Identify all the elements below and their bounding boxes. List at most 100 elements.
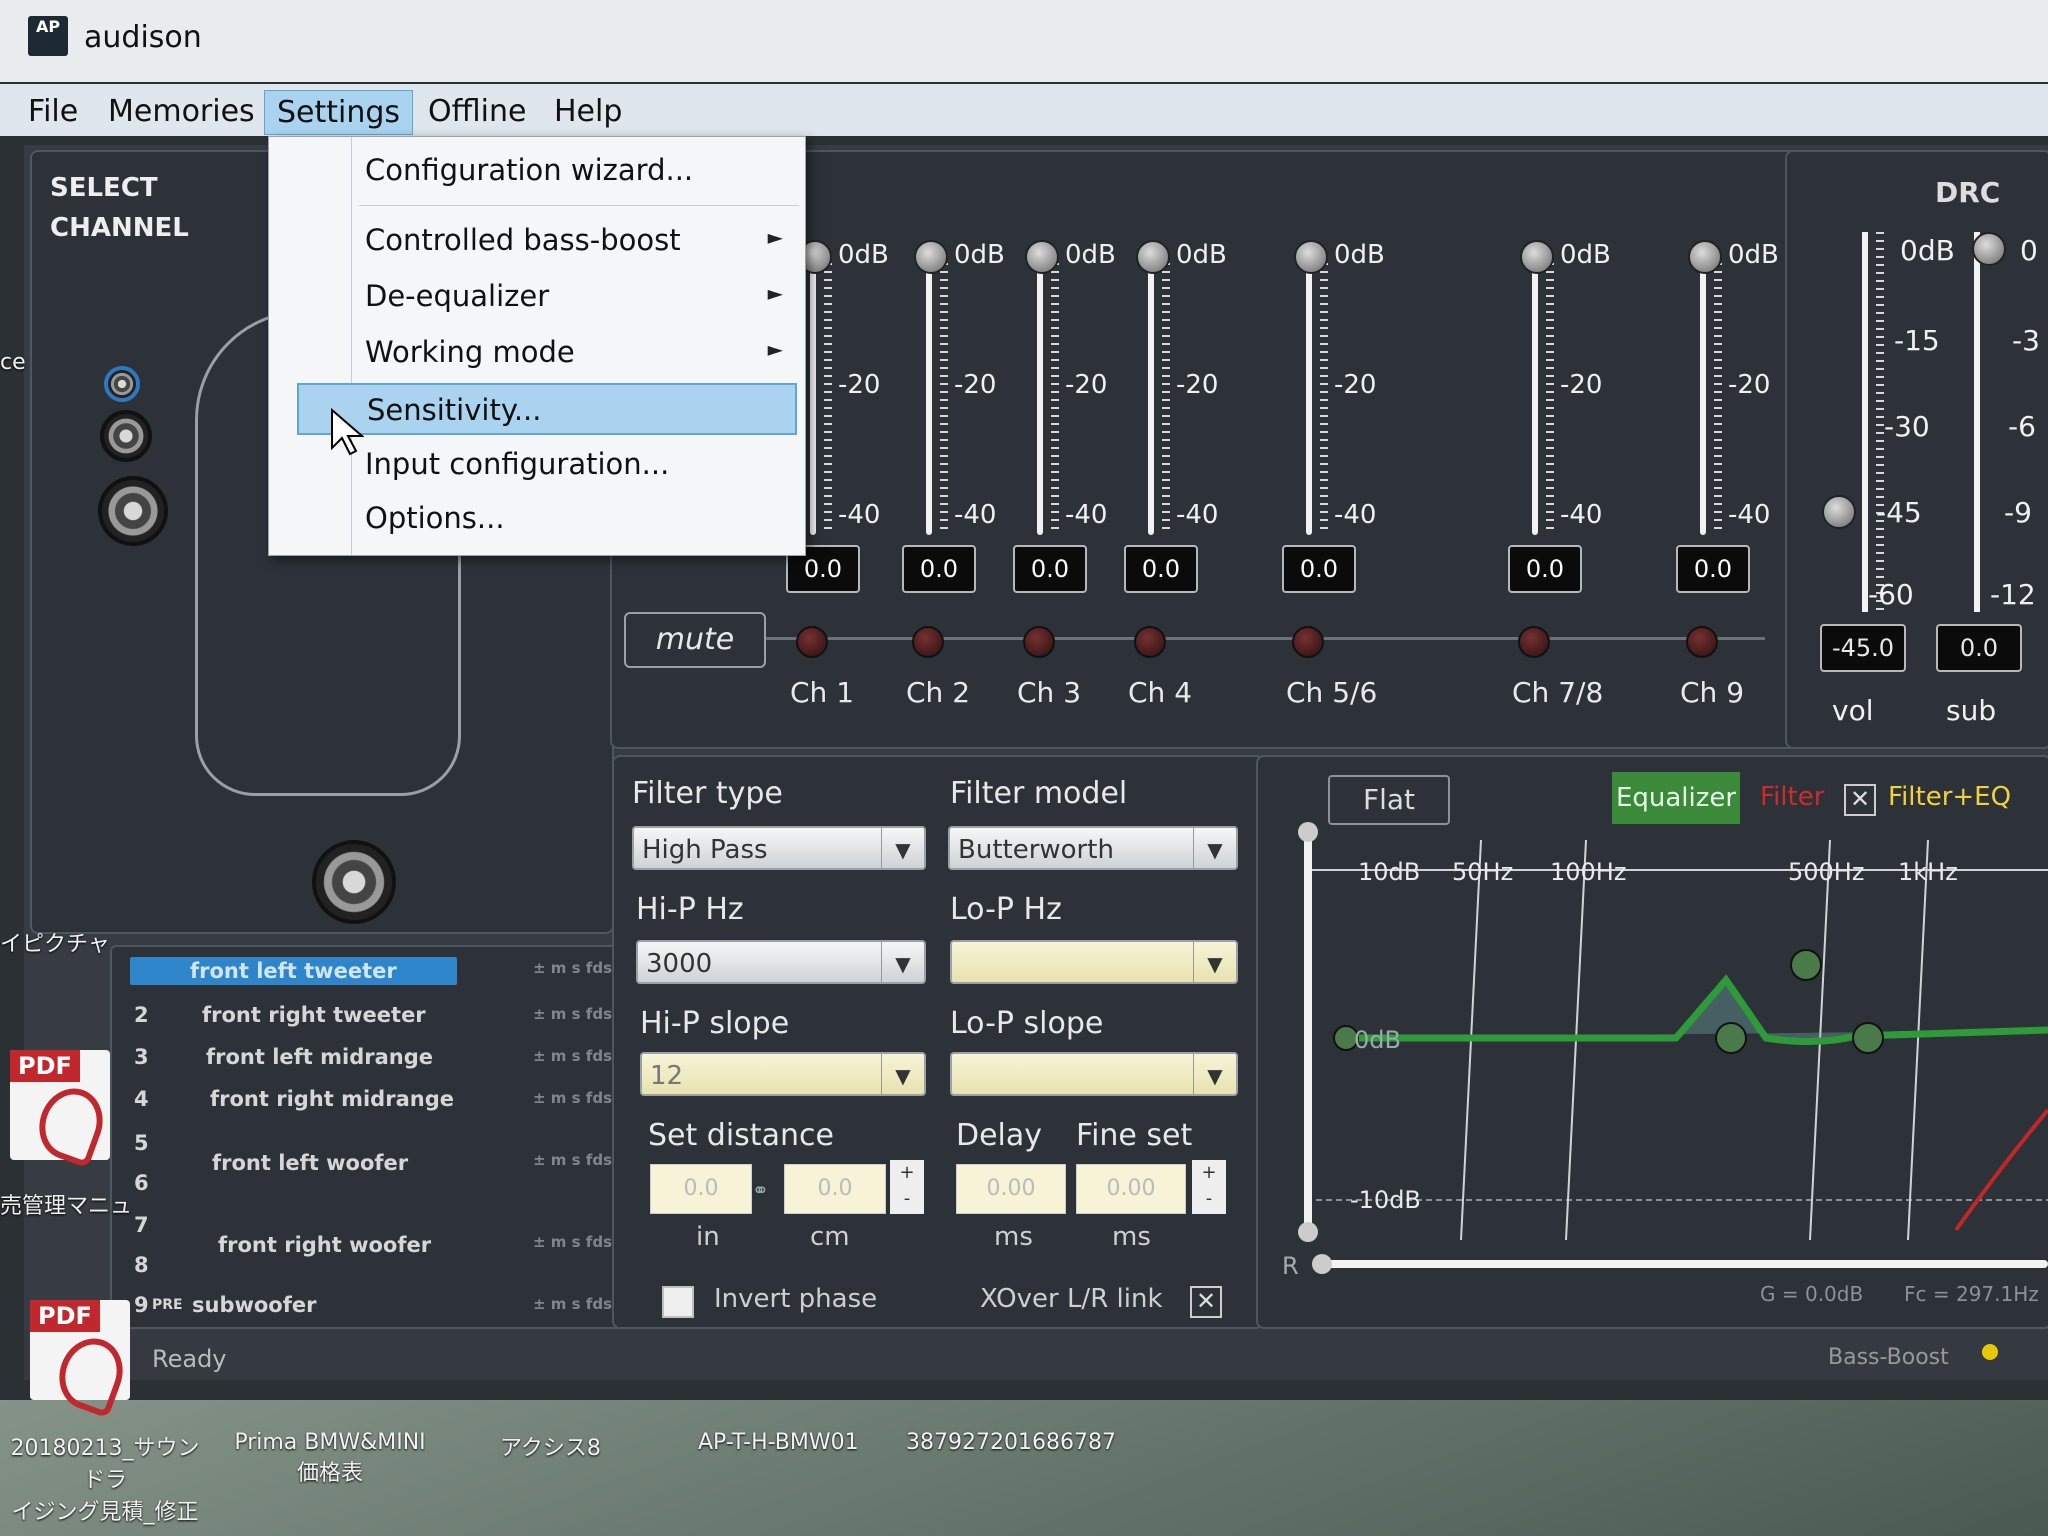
sub-value[interactable]: 0.0 xyxy=(1936,624,2022,672)
pdf-file-icon[interactable]: PDF xyxy=(10,1050,113,1169)
chevron-down-icon: ▼ xyxy=(881,1054,924,1094)
fader-value[interactable]: 0.0 xyxy=(902,545,976,593)
menu-item-options[interactable]: Options... xyxy=(269,493,805,545)
fader-knob[interactable] xyxy=(914,240,948,274)
filter-model-select[interactable]: Butterworth ▼ xyxy=(948,826,1238,870)
xover-link-checkbox[interactable]: ✕ xyxy=(1190,1286,1222,1318)
fader-track[interactable] xyxy=(810,255,816,535)
fader-ch-7[interactable]: 0dB -20 -40 0.0 xyxy=(1676,240,1779,665)
menu-help[interactable]: Help xyxy=(542,90,634,133)
desktop-icon-1[interactable]: 20180213_サウンドラ イジング見積_修正 xyxy=(0,1430,210,1526)
mute-indicator-ch-2[interactable] xyxy=(912,626,944,658)
eq-gain-slider[interactable] xyxy=(1304,830,1312,1240)
distance-cm-field[interactable]: 0.0 xyxy=(784,1164,886,1214)
fader-knob[interactable] xyxy=(1136,240,1170,274)
lop-slope-select[interactable]: ▼ xyxy=(950,1052,1238,1096)
fader-value[interactable]: 0.0 xyxy=(1282,545,1356,593)
mute-indicator-ch-1[interactable] xyxy=(796,626,828,658)
fader-ch-3[interactable]: 0dB -20 -40 0.0 xyxy=(1013,240,1116,665)
eq-point[interactable] xyxy=(1852,1022,1884,1054)
fader-value[interactable]: 0.0 xyxy=(1124,545,1198,593)
fader-knob[interactable] xyxy=(1025,240,1059,274)
filter-model-value: Butterworth xyxy=(958,835,1114,865)
fine-set-ms-field[interactable]: 0.00 xyxy=(1076,1164,1186,1214)
settings-dropdown: Configuration wizard... Controlled bass-… xyxy=(268,136,806,556)
mute-indicator-ch-4[interactable] xyxy=(1134,626,1166,658)
pdf-file-icon[interactable]: PDF xyxy=(30,1300,133,1419)
hip-slope-select[interactable]: 12 ▼ xyxy=(640,1052,926,1096)
vol-knob[interactable] xyxy=(1822,495,1856,529)
vol-slider-track[interactable] xyxy=(1862,232,1868,612)
fader-track[interactable] xyxy=(1700,255,1706,535)
eq-gain-top-knob[interactable] xyxy=(1298,822,1318,842)
distance-stepper[interactable]: + - xyxy=(890,1160,924,1214)
vol-value[interactable]: -45.0 xyxy=(1820,624,1906,672)
channel-row-7-8[interactable]: 7 8 front right woofer ± m s fds xyxy=(112,1209,622,1289)
distance-in-field[interactable]: 0.0 xyxy=(650,1164,752,1214)
fader-track[interactable] xyxy=(1306,255,1312,535)
eq-freq-slider[interactable] xyxy=(1326,1260,2048,1268)
desktop-icon-4[interactable]: AP-T-H-BMW01 xyxy=(698,1430,859,1455)
fader-value[interactable]: 0.0 xyxy=(1508,545,1582,593)
desktop-icon-2[interactable]: Prima BMW&MINI 価格表 xyxy=(220,1430,440,1487)
delay-ms-field[interactable]: 0.00 xyxy=(956,1164,1066,1214)
desktop-label: 売管理マニュ xyxy=(0,1194,133,1219)
fader-track[interactable] xyxy=(1037,255,1043,535)
speaker-midrange-icon[interactable] xyxy=(100,410,152,462)
fader-knob[interactable] xyxy=(1520,240,1554,274)
fader-knob[interactable] xyxy=(1294,240,1328,274)
fader-scale-0db: 0dB xyxy=(954,240,1005,270)
channel-number: 7 xyxy=(134,1213,149,1237)
menu-offline[interactable]: Offline xyxy=(416,90,538,133)
menu-item-controlled-bass-boost[interactable]: Controlled bass-boost ► xyxy=(269,215,805,267)
channel-row-3[interactable]: 3 front left midrange ± m s fds xyxy=(112,1039,622,1079)
menu-item-configuration-wizard[interactable]: Configuration wizard... xyxy=(269,145,805,197)
channel-row-5-6[interactable]: 5 6 front left woofer ± m s fds xyxy=(112,1127,622,1207)
mute-button[interactable]: mute xyxy=(624,612,766,668)
sub-knob[interactable] xyxy=(1972,232,2006,266)
mute-indicator-ch-7[interactable] xyxy=(1686,626,1718,658)
channel-row-4[interactable]: 4 front right midrange ± m s fds xyxy=(112,1081,622,1121)
invert-phase-checkbox[interactable] xyxy=(662,1286,694,1318)
channel-row-9[interactable]: 9 PRE subwoofer ± m s fds xyxy=(112,1287,622,1327)
menu-item-de-equalizer[interactable]: De-equalizer ► xyxy=(269,271,805,323)
fader-track[interactable] xyxy=(926,255,932,535)
fader-value[interactable]: 0.0 xyxy=(1676,545,1750,593)
hip-hz-select[interactable]: 3000 ▼ xyxy=(636,940,926,984)
fader-ch-1[interactable]: 0dB -20 -40 0.0 xyxy=(786,240,889,665)
delay-stepper[interactable]: + - xyxy=(1192,1160,1226,1214)
menu-file[interactable]: File xyxy=(16,90,90,133)
eq-gain-bottom-knob[interactable] xyxy=(1298,1222,1318,1242)
menu-item-sensitivity[interactable]: Sensitivity... xyxy=(297,383,797,435)
desktop-icon-5[interactable]: 387927201686787 xyxy=(906,1430,1116,1455)
subwoofer-icon[interactable] xyxy=(312,840,396,924)
mute-indicator-ch-3[interactable] xyxy=(1023,626,1055,658)
desktop-icon-3[interactable]: アクシス8 xyxy=(500,1430,601,1462)
eq-point[interactable] xyxy=(1715,1022,1747,1054)
fader-ch-6[interactable]: 0dB -20 -40 0.0 xyxy=(1508,240,1611,665)
fader-knob[interactable] xyxy=(1688,240,1722,274)
channel-row-2[interactable]: 2 front right tweeter ± m s fds xyxy=(112,997,622,1037)
channel-row-1[interactable]: 1 front left tweeter ± m s fds xyxy=(112,951,622,991)
fader-ch-4[interactable]: 0dB -20 -40 0.0 xyxy=(1124,240,1227,665)
menu-item-working-mode[interactable]: Working mode ► xyxy=(269,327,805,379)
menu-settings[interactable]: Settings xyxy=(264,90,414,135)
fader-ch-5[interactable]: 0dB -20 -40 0.0 xyxy=(1282,240,1385,665)
bass-boost-label: Bass-Boost xyxy=(1828,1345,1949,1370)
fader-track[interactable] xyxy=(1148,255,1154,535)
menu-memories[interactable]: Memories xyxy=(96,90,267,133)
sub-slider-track[interactable] xyxy=(1974,232,1980,612)
lop-hz-select[interactable]: ▼ xyxy=(950,940,1238,984)
speaker-tweeter-icon[interactable] xyxy=(104,366,140,402)
fader-value[interactable]: 0.0 xyxy=(1013,545,1087,593)
mute-indicator-ch-6[interactable] xyxy=(1518,626,1550,658)
eq-freq-knob[interactable] xyxy=(1312,1254,1332,1274)
filter-type-select[interactable]: High Pass ▼ xyxy=(632,826,926,870)
fader-track[interactable] xyxy=(1532,255,1538,535)
chevron-down-icon: ▼ xyxy=(881,942,924,982)
fader-ch-2[interactable]: 0dB -20 -40 0.0 xyxy=(902,240,1005,665)
desktop-icon-label: 20180213_サウンドラ xyxy=(10,1436,200,1493)
mute-indicator-ch-5[interactable] xyxy=(1292,626,1324,658)
speaker-woofer-icon[interactable] xyxy=(98,476,168,546)
eq-point[interactable] xyxy=(1790,949,1822,981)
